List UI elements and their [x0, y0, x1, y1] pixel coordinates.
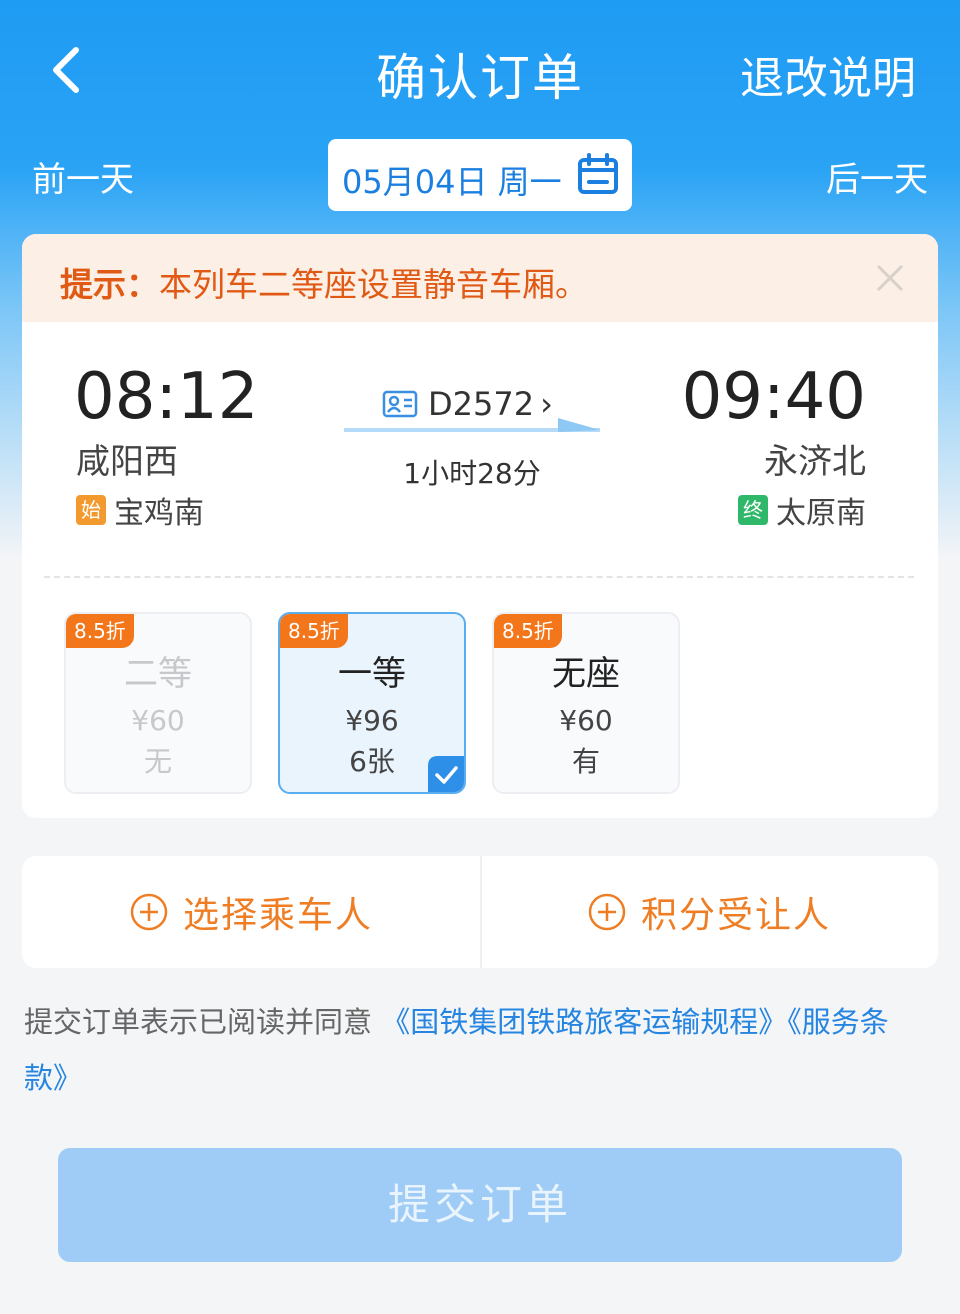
train-card: 提示：本列车二等座设置静音车厢。 08:12 咸阳西 始 宝鸡南 D2572 ›… — [22, 234, 938, 818]
close-icon[interactable] — [872, 260, 908, 296]
tip-message: 提示：本列车二等座设置静音车厢。 — [60, 258, 588, 306]
seat-option-first-class[interactable]: 8.5折 一等 ¥96 6张 — [278, 612, 466, 794]
tip-banner: 提示：本列车二等座设置静音车厢。 — [22, 234, 938, 322]
seat-price: ¥60 — [559, 704, 613, 737]
seat-option-second-class[interactable]: 8.5折 二等 ¥60 无 — [64, 612, 252, 794]
discount-badge: 8.5折 — [66, 614, 134, 648]
select-passenger-label: 选择乘车人 — [182, 895, 373, 936]
origin-station: 始 宝鸡南 — [76, 488, 204, 532]
divider — [44, 576, 914, 578]
seat-price: ¥96 — [345, 704, 399, 737]
calendar-icon — [578, 153, 618, 194]
seat-option-no-seat[interactable]: 8.5折 无座 ¥60 有 — [492, 612, 680, 794]
terminal-station-name: 太原南 — [776, 496, 866, 531]
next-day-button[interactable]: 后一天 — [826, 152, 928, 201]
seat-availability: 无 — [143, 745, 172, 778]
discount-badge: 8.5折 — [494, 614, 562, 648]
date-picker[interactable]: 05月04日 周一 — [328, 139, 632, 211]
passenger-actions: 选择乘车人 积分受让人 — [22, 856, 938, 968]
seat-class: 一等 — [338, 654, 406, 694]
seat-class: 无座 — [552, 654, 620, 694]
date-value: 05月04日 周一 — [342, 163, 562, 201]
nav-bar: 确认订单 退改说明 — [0, 0, 960, 140]
submit-order-button[interactable]: 提交订单 — [58, 1148, 902, 1262]
terminal-badge: 终 — [738, 495, 768, 525]
origin-station-name: 宝鸡南 — [114, 496, 204, 531]
tip-label: 提示： — [60, 265, 159, 304]
points-recipient-button[interactable]: 积分受让人 — [480, 856, 938, 968]
rules-link[interactable]: 《国铁集团铁路旅客运输规程》 — [381, 1005, 787, 1039]
plus-circle-icon — [130, 893, 168, 931]
agreement-text: 提交订单表示已阅读并同意 《国铁集团铁路旅客运输规程》《服务条款》 — [24, 994, 924, 1106]
refund-rules-link[interactable]: 退改说明 — [740, 42, 916, 106]
seat-price: ¥60 — [131, 704, 185, 737]
arrival-time: 09:40 — [681, 360, 866, 434]
id-card-icon — [382, 390, 418, 418]
plus-circle-icon — [588, 893, 626, 931]
arrival-station: 永济北 — [764, 442, 866, 482]
discount-badge: 8.5折 — [280, 614, 348, 648]
route-arrow-icon — [344, 418, 600, 432]
seat-class: 二等 — [124, 654, 192, 694]
departure-station: 咸阳西 — [76, 442, 178, 482]
terminal-station: 终 太原南 — [738, 488, 866, 532]
points-recipient-label: 积分受让人 — [640, 895, 831, 936]
origin-badge: 始 — [76, 495, 106, 525]
prev-day-button[interactable]: 前一天 — [32, 152, 134, 201]
select-passenger-button[interactable]: 选择乘车人 — [22, 856, 480, 968]
seat-availability: 有 — [571, 745, 600, 778]
trip-duration: 1小时28分 — [403, 457, 541, 490]
checkmark-icon — [428, 756, 464, 792]
departure-time: 08:12 — [74, 360, 259, 434]
agreement-prefix: 提交订单表示已阅读并同意 — [24, 1005, 373, 1039]
tip-text: 本列车二等座设置静音车厢。 — [159, 265, 588, 304]
